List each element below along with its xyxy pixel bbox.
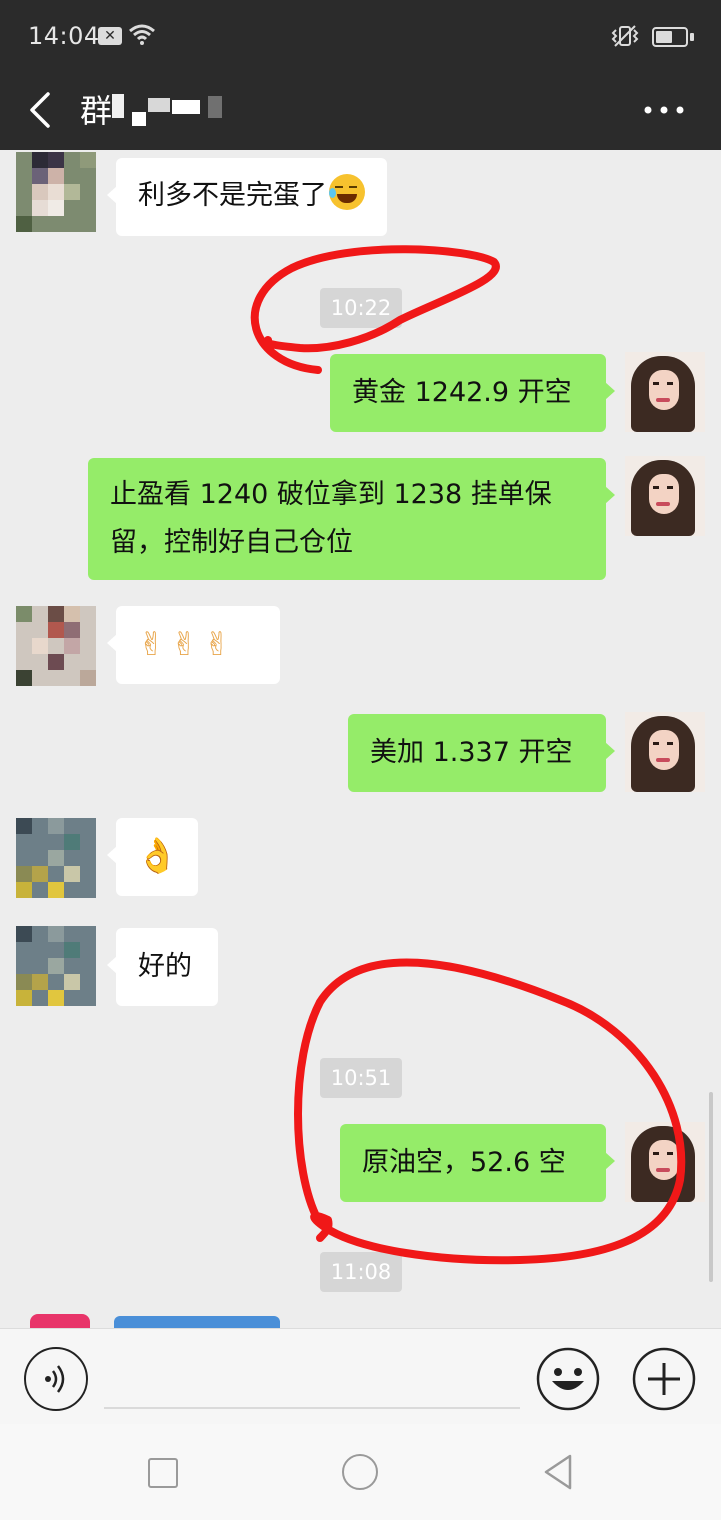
victory-hand-emoji: ✌ xyxy=(138,625,165,663)
avatar-me[interactable] xyxy=(625,1122,705,1202)
annotation-circle-1051 xyxy=(294,958,686,1265)
status-bar: 14:04 ✕ xyxy=(0,0,721,70)
timestamp: 11:08 xyxy=(320,1252,402,1292)
message-bubble[interactable]: 👌 xyxy=(107,818,198,896)
chat-message-list[interactable]: 利多不是完蛋了 10:22 黄金 1242.9 开空 止盈看 1240 破位拿到… xyxy=(0,150,721,1328)
message-bubble[interactable]: 原油空，52.6 空 xyxy=(340,1124,615,1202)
message-bubble[interactable]: 利多不是完蛋了 xyxy=(107,158,387,236)
status-time: 14:04 xyxy=(28,22,100,50)
timestamp: 10:51 xyxy=(320,1058,402,1098)
chat-header: 群 xyxy=(0,70,721,150)
plus-icon xyxy=(632,1347,696,1411)
timestamp: 10:22 xyxy=(320,288,402,328)
message-bubble[interactable]: 美加 1.337 开空 xyxy=(348,714,615,792)
avatar-member-3[interactable] xyxy=(16,818,96,898)
message-bubble[interactable]: ✌ ✌ ✌ xyxy=(107,606,280,684)
vibrate-icon xyxy=(611,25,639,47)
notification-x-icon: ✕ xyxy=(98,27,122,45)
more-button[interactable] xyxy=(636,90,692,130)
message-text-line-2: 留，控制好自己仓位 xyxy=(110,527,353,558)
avatar-me[interactable] xyxy=(625,352,705,432)
more-functions-button[interactable] xyxy=(632,1347,696,1411)
voice-icon xyxy=(45,1365,65,1393)
victory-hand-emoji: ✌ xyxy=(203,625,231,663)
circle-icon[interactable] xyxy=(342,1454,378,1490)
smiley-icon xyxy=(536,1347,600,1411)
avatar-me[interactable] xyxy=(625,712,705,792)
scrollbar[interactable] xyxy=(709,1092,713,1282)
avatar-member-3[interactable] xyxy=(16,926,96,1006)
message-text: 好的 xyxy=(138,951,192,982)
chat-title: 群 xyxy=(80,92,113,130)
avatar-me[interactable] xyxy=(625,456,705,536)
message-text: 原油空，52.6 空 xyxy=(362,1147,566,1178)
back-button[interactable] xyxy=(18,82,66,138)
message-text: 利多不是完蛋了 xyxy=(138,180,327,211)
message-input[interactable] xyxy=(104,1349,520,1409)
ok-hand-emoji: 👌 xyxy=(136,836,179,876)
square-icon[interactable] xyxy=(148,1458,178,1488)
message-text: 黄金 1242.9 开空 xyxy=(352,377,572,408)
rolling-laughing-emoji xyxy=(329,174,365,210)
battery-icon xyxy=(652,27,688,47)
avatar-member-2[interactable] xyxy=(16,606,96,686)
more-dots-icon xyxy=(644,106,684,114)
voice-button[interactable] xyxy=(24,1347,88,1411)
message-text: 美加 1.337 开空 xyxy=(370,737,573,768)
message-bubble[interactable]: 黄金 1242.9 开空 xyxy=(330,354,615,432)
avatar-member-4[interactable] xyxy=(30,1314,90,1328)
message-bubble[interactable]: 好的 xyxy=(107,928,218,1006)
blurred-group-name xyxy=(112,90,232,126)
triangle-back-icon[interactable] xyxy=(540,1452,576,1492)
wifi-icon xyxy=(129,24,155,45)
image-message-partial[interactable] xyxy=(114,1316,280,1328)
battery-tip xyxy=(690,33,694,41)
system-nav-bar xyxy=(0,1424,721,1520)
victory-hand-emoji: ✌ xyxy=(170,625,198,663)
emoji-button[interactable] xyxy=(536,1347,600,1411)
message-bubble[interactable]: 止盈看 1240 破位拿到 1238 挂单保 留，控制好自己仓位 xyxy=(88,458,615,580)
avatar-member-1[interactable] xyxy=(16,152,96,232)
chevron-left-icon xyxy=(30,92,50,128)
message-text-line-1: 止盈看 1240 破位拿到 1238 挂单保 xyxy=(110,479,552,510)
input-bar xyxy=(0,1328,721,1424)
